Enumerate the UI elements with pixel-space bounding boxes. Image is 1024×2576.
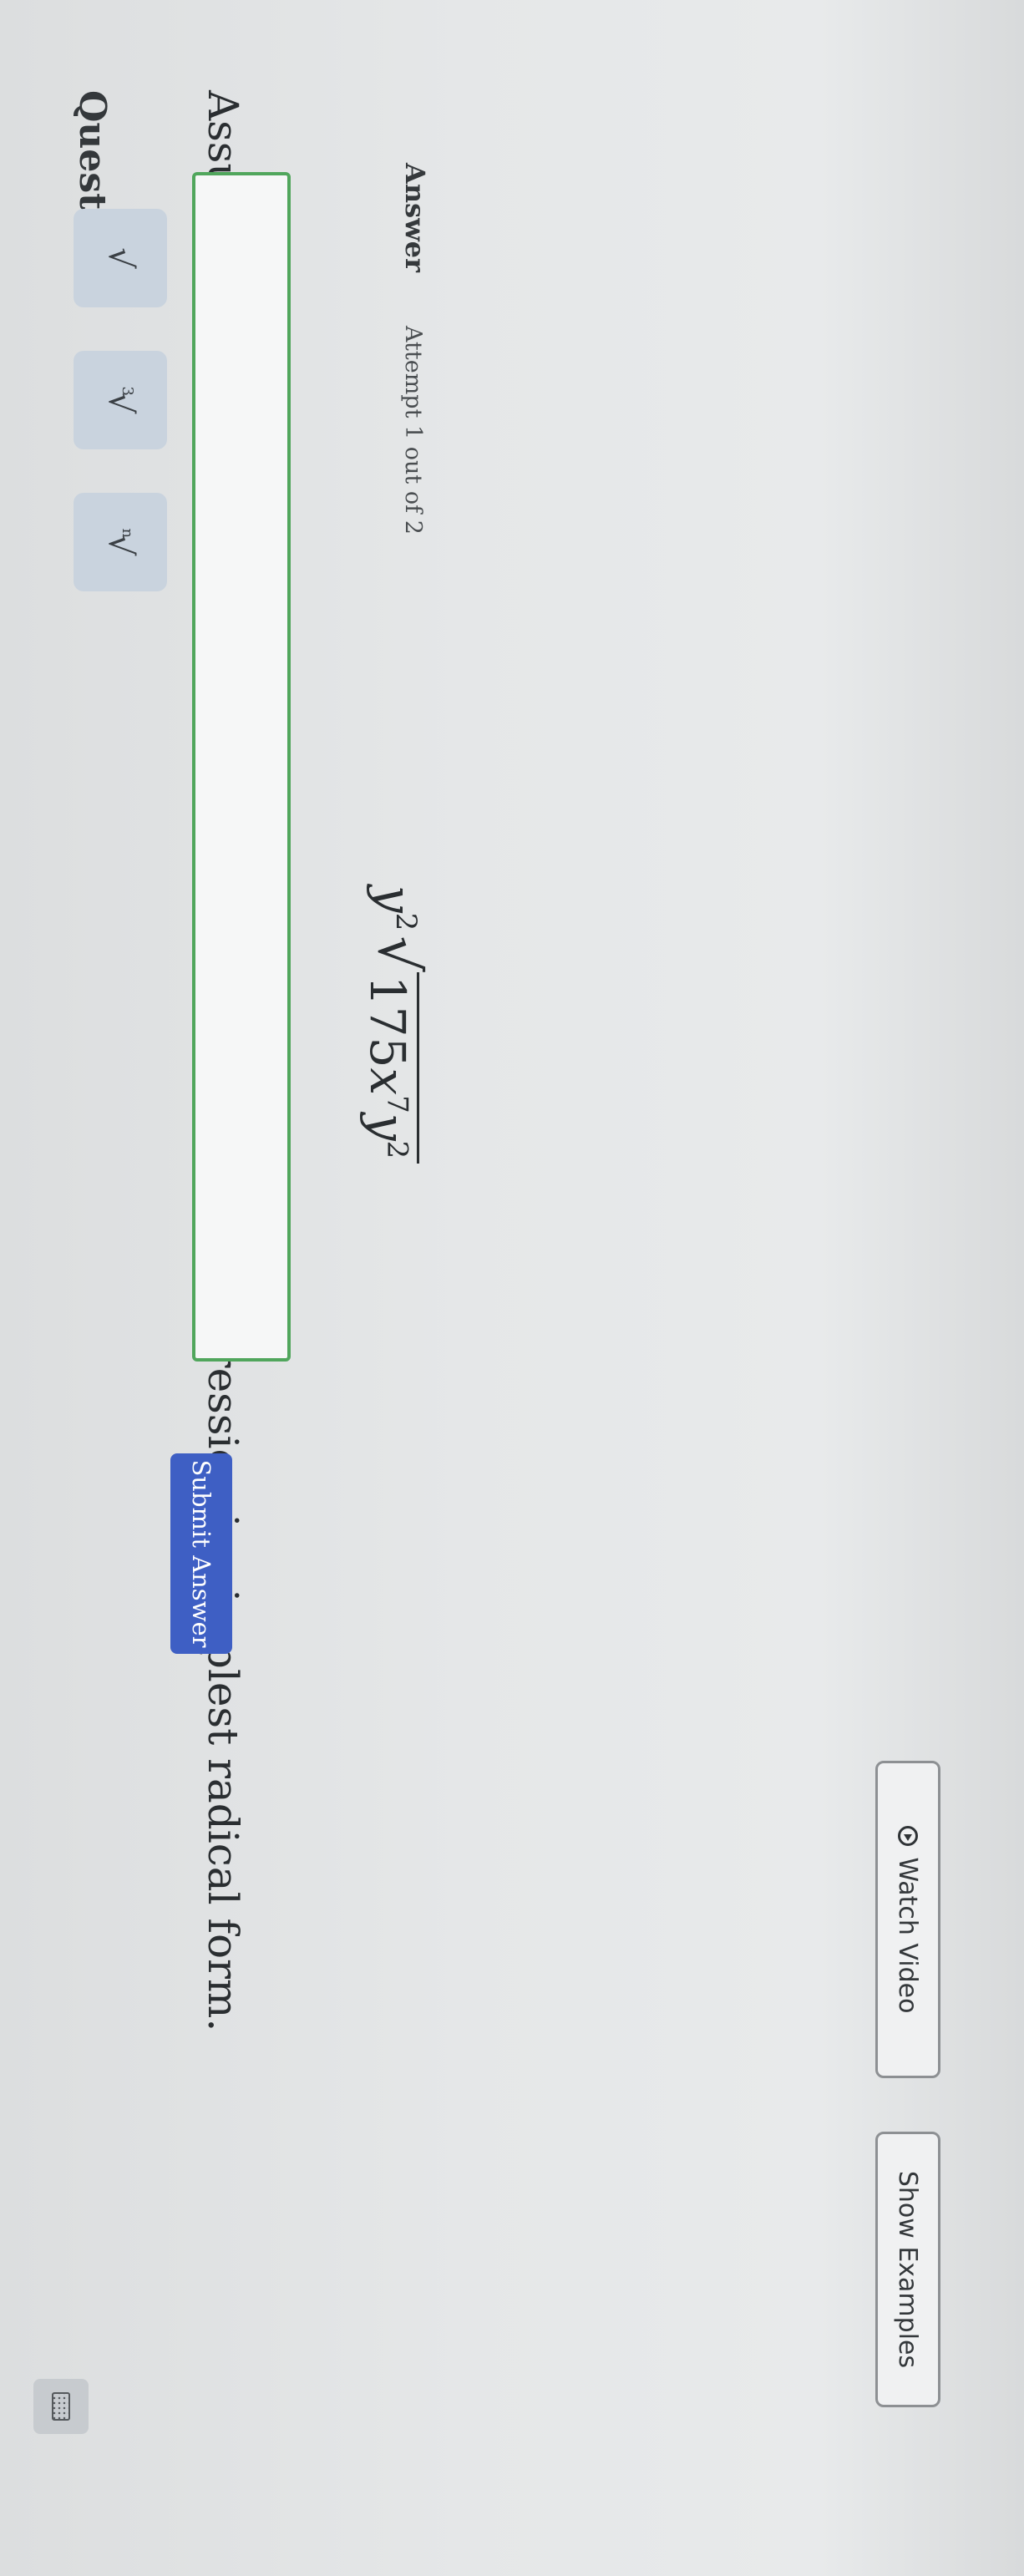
radicand-y-exponent: 2 — [380, 1140, 414, 1159]
radical-sign-icon: √ — [365, 936, 431, 972]
radicand-number: 175 — [359, 975, 416, 1068]
coefficient-exponent: 2 — [389, 912, 423, 931]
radicand: 175x7y2 — [359, 971, 419, 1164]
answer-label: Answer — [399, 163, 431, 272]
cube-root-icon: √ — [101, 392, 139, 414]
keyboard-button[interactable] — [33, 2379, 89, 2434]
watch-video-label: Watch Video — [893, 1857, 923, 2014]
radical-expression: y2 √ 175x7y2 — [359, 885, 431, 1164]
question-panel: Question Watch Video Show Examples Assum… — [0, 0, 1024, 2576]
nth-root-button[interactable]: n √ — [74, 493, 167, 591]
answer-input[interactable] — [192, 172, 291, 1362]
square-root-icon: √ — [101, 247, 139, 269]
watch-video-button[interactable]: Watch Video — [875, 1761, 940, 2078]
show-examples-label: Show Examples — [893, 2170, 923, 2369]
radicand-x-exponent: 7 — [380, 1095, 414, 1113]
radical: √ 175x7y2 — [359, 936, 431, 1164]
keyboard-icon — [52, 2392, 70, 2421]
show-examples-button[interactable]: Show Examples — [875, 2132, 940, 2407]
square-root-button[interactable]: √ — [74, 209, 167, 307]
attempt-counter: Attempt 1 out of 2 — [400, 326, 426, 535]
cube-root-button[interactable]: 3 √ — [74, 351, 167, 449]
coefficient-variable: y — [366, 885, 423, 913]
radicand-x: x — [359, 1067, 416, 1096]
play-circle-icon — [898, 1825, 918, 1846]
nth-root-icon: √ — [101, 535, 139, 556]
submit-answer-button[interactable]: Submit Answer — [170, 1453, 232, 1654]
radicand-y: y — [359, 1113, 416, 1141]
